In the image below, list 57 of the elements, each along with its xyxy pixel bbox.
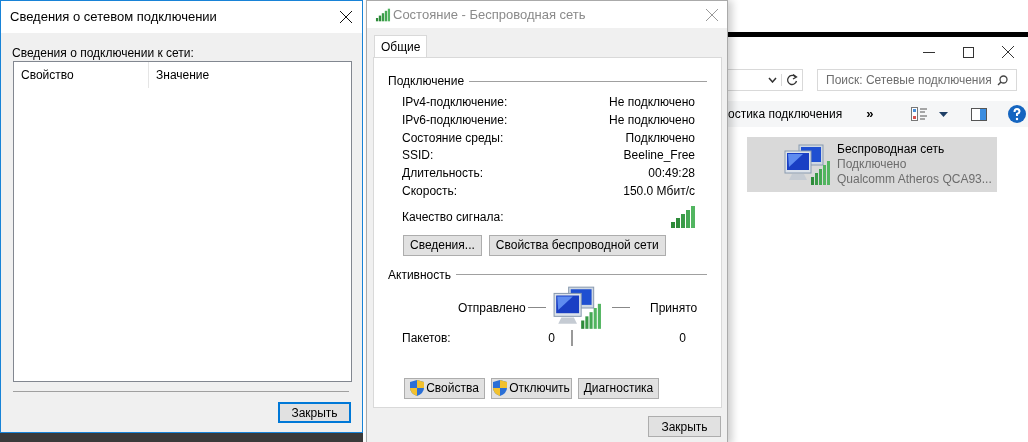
dropdown-arrow-icon[interactable] (939, 111, 949, 117)
field-value: Не подключено (609, 93, 695, 111)
window-title: Сведения о сетевом подключении (10, 8, 217, 27)
close-button[interactable]: Закрыть (278, 402, 351, 423)
packets-received: 0 (678, 329, 686, 347)
field-label: IPv6-подключение: (402, 111, 508, 129)
address-field[interactable] (728, 69, 803, 91)
field-value: Подключено (625, 129, 695, 147)
shield-icon (410, 380, 425, 397)
list-label: Сведения о подключении к сети: (12, 45, 195, 59)
toolbar-button[interactable]: остика подключения (728, 105, 843, 123)
network-computer-icon (783, 142, 831, 187)
close-icon[interactable] (340, 11, 352, 23)
tab[interactable]: Общие (374, 35, 428, 57)
column-header[interactable]: Значение (149, 62, 351, 88)
field-label: Качество сигнала: (402, 208, 504, 226)
field-value: 150.0 Мбит/с (623, 182, 695, 200)
close-button[interactable]: Закрыть (648, 416, 721, 437)
field-label: Длительность: (402, 165, 484, 183)
field-label: SSID: (402, 147, 434, 165)
more-button[interactable]: » (866, 104, 874, 124)
dialog-button[interactable]: Отключить (491, 377, 572, 399)
field-value: Beeline_Free (623, 147, 695, 165)
dialog-button[interactable]: Свойства (404, 377, 485, 399)
view-options-icon[interactable] (911, 107, 928, 121)
shield-icon (493, 380, 508, 397)
packets-label: Пакетов: (402, 329, 452, 347)
field-value: Не подключено (609, 111, 695, 129)
signal-strength-icon (671, 205, 695, 228)
minimize-button[interactable] (923, 51, 935, 53)
help-icon[interactable] (1008, 105, 1027, 123)
field-label: Скорость: (402, 182, 458, 200)
field-label: IPv4-подключение: (402, 93, 508, 111)
sent-label: Отправлено (458, 299, 524, 317)
section-heading: Активность (388, 266, 451, 284)
dialog-button[interactable]: Свойства беспроводной сети (488, 234, 666, 256)
search-icon (997, 74, 1008, 86)
connection-name: Беспроводная сеть (837, 142, 946, 157)
network-activity-icon (552, 284, 602, 331)
section-heading: Подключение (388, 73, 465, 90)
adapter-name: Qualcomm Atheros QCA93... (837, 172, 992, 187)
maximize-button[interactable] (963, 46, 974, 58)
dialog-button[interactable]: Диагностика (578, 377, 659, 399)
packets-sent: 0 (547, 329, 555, 347)
window-title: Состояние - Беспроводная сеть (393, 5, 587, 24)
search-field[interactable]: Поиск: Сетевые подключения (817, 69, 1017, 91)
connection-status: Подключено (837, 157, 908, 172)
close-icon[interactable] (1002, 46, 1014, 58)
connection-item[interactable]: Беспроводная сеть Подключено Qualcomm Atheros QCA93... (747, 137, 997, 192)
signal-icon (375, 7, 391, 22)
column-header[interactable]: Свойство (14, 62, 149, 88)
dialog-button[interactable]: Сведения... (403, 234, 482, 256)
chevron-down-icon[interactable] (768, 77, 777, 83)
received-label: Принято (650, 299, 698, 317)
preview-pane-icon[interactable] (971, 107, 988, 121)
field-value: 00:49:28 (648, 165, 695, 183)
field-label: Состояние среды: (402, 129, 504, 147)
